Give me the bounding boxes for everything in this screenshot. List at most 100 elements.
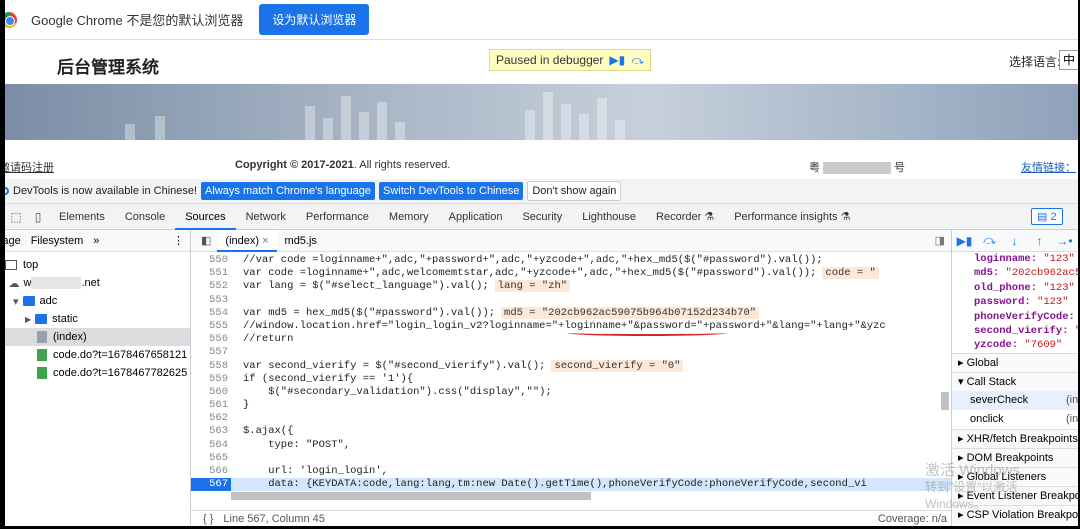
line-number[interactable]: 551 <box>191 267 231 280</box>
tab-performance[interactable]: Performance <box>296 204 379 230</box>
code-line[interactable]: 554 var md5 = hex_md5($("#password").val(… <box>191 306 951 320</box>
line-number[interactable]: 553 <box>191 294 231 307</box>
code-lines[interactable]: 550 //var code =loginname+",adc,"+passwor… <box>191 254 951 492</box>
scope-variable[interactable]: old_phone: "123" <box>974 281 1078 295</box>
line-number[interactable]: 554 <box>191 307 231 320</box>
code-line[interactable]: 563 $.ajax({ <box>191 425 951 438</box>
line-number[interactable]: 555 <box>191 320 231 333</box>
scope-variable[interactable]: second_vierify: " <box>974 324 1078 338</box>
tab-sources[interactable]: Sources <box>175 204 236 230</box>
invite-register-link[interactable]: 邀请码注册 <box>5 159 54 175</box>
line-number[interactable]: 567 <box>191 478 231 492</box>
pretty-print-icon[interactable]: { } <box>203 513 213 525</box>
step-icon[interactable]: →• <box>1052 234 1077 248</box>
xhr-breakpoints[interactable]: ▸ XHR/fetch Breakpoints <box>952 428 1078 448</box>
event-listener-breakpoints[interactable]: ▸ Event Listener Breakpoints <box>952 485 1078 505</box>
tab-lighthouse[interactable]: Lighthouse <box>572 204 646 230</box>
editor-tab-index[interactable]: (index) × <box>217 229 277 252</box>
tab-console[interactable]: Console <box>115 204 175 230</box>
infobar-message: Google Chrome 不是您的默认浏览器 <box>31 13 244 28</box>
vertical-scrollbar[interactable] <box>941 392 949 410</box>
step-into-icon[interactable]: ↓ <box>1002 234 1027 248</box>
horizontal-scrollbar[interactable] <box>231 492 591 500</box>
navigator-tab-page[interactable]: Page <box>5 235 21 247</box>
tree-item-static[interactable]: ▶ static <box>5 310 190 328</box>
scope-variable[interactable]: phoneVerifyCode: <box>974 310 1078 324</box>
inline-value-hint: second_vierify = "0" <box>551 359 684 372</box>
code-line[interactable]: 561} <box>191 399 951 412</box>
tree-item-index[interactable]: (index) <box>5 328 190 346</box>
tab-recorder[interactable]: Recorder ⚗ <box>646 204 724 230</box>
scope-variable[interactable]: md5: "202cb962ac5 <box>974 266 1078 280</box>
code-line[interactable]: 566 url: 'login_login', <box>191 465 951 478</box>
csp-violation-breakpoints[interactable]: ▸ CSP Violation Breakpoints <box>952 504 1078 524</box>
toggle-navigator-icon[interactable]: ◧ <box>201 234 211 247</box>
code-line[interactable]: 550 //var code =loginname+",adc,"+passwor… <box>191 254 951 267</box>
line-number[interactable]: 556 <box>191 333 231 346</box>
editor-tab-md5[interactable]: md5.js <box>277 230 325 252</box>
always-match-language-button[interactable]: Always match Chrome's language <box>201 182 376 200</box>
tab-network[interactable]: Network <box>236 204 296 230</box>
set-default-button[interactable]: 设为默认浏览器 <box>259 4 370 35</box>
toggle-debugger-icon[interactable]: ◨ <box>935 234 945 247</box>
tree-item-origin[interactable]: ▾ ☁ w.net <box>5 274 190 292</box>
line-number[interactable]: 561 <box>191 399 231 412</box>
dom-breakpoints[interactable]: ▸ DOM Breakpoints <box>952 447 1078 467</box>
inspect-element-icon[interactable]: ⬚ <box>5 210 27 224</box>
code-line[interactable]: 562 <box>191 412 951 425</box>
tab-application[interactable]: Application <box>439 204 513 230</box>
code-line[interactable]: 564 type: "POST", <box>191 439 951 452</box>
step-over-icon[interactable]: ⤼ <box>631 53 644 68</box>
line-number[interactable]: 564 <box>191 439 231 452</box>
code-line[interactable]: 553 <box>191 294 951 307</box>
line-number[interactable]: 560 <box>191 386 231 399</box>
line-number[interactable]: 559 <box>191 373 231 386</box>
call-frame-severcheck[interactable]: severCheck (in <box>952 390 1078 410</box>
line-number[interactable]: 565 <box>191 452 231 465</box>
line-number[interactable]: 563 <box>191 425 231 438</box>
code-line[interactable]: 552 var lang = $("#select_language").val(… <box>191 280 951 293</box>
switch-to-chinese-button[interactable]: Switch DevTools to Chinese <box>379 182 524 200</box>
line-number[interactable]: 562 <box>191 412 231 425</box>
device-toolbar-icon[interactable]: ▯ <box>27 210 49 224</box>
issues-badge[interactable]: ▤ 2 <box>1031 208 1063 225</box>
friend-links[interactable]: 友情链接： <box>1021 159 1076 175</box>
line-number[interactable]: 558 <box>191 360 231 373</box>
tree-item-code-2[interactable]: code.do?t=1678467782625 <box>5 364 190 382</box>
code-line[interactable]: 559 if (second_vierify == '1'){ <box>191 373 951 386</box>
line-number[interactable]: 550 <box>191 254 231 267</box>
code-line[interactable]: 560 $("#secondary_validation").css("disp… <box>191 386 951 399</box>
code-line[interactable]: 558 var second_vierify = $("#second_vieri… <box>191 359 951 373</box>
tab-memory[interactable]: Memory <box>379 204 439 230</box>
code-line[interactable]: 556 //return <box>191 333 951 346</box>
code-line[interactable]: 557 <box>191 346 951 359</box>
scope-variable[interactable]: yzcode: "7609" <box>974 338 1078 352</box>
scope-variable[interactable]: password: "123" <box>974 295 1078 309</box>
tab-performance-insights[interactable]: Performance insights ⚗ <box>724 204 860 230</box>
code-line[interactable]: 567 data: {KEYDATA:code,lang:lang,tm:new… <box>191 478 951 492</box>
global-scope[interactable]: ▸ Global <box>952 352 1078 372</box>
tab-security[interactable]: Security <box>512 204 572 230</box>
navigator-more-icon[interactable]: » <box>93 235 99 247</box>
code-line[interactable]: 551 var code =loginname+",adc,welcomemtst… <box>191 267 951 280</box>
step-over-icon[interactable]: ⤼ <box>977 233 1002 248</box>
global-listeners[interactable]: ▸ Global Listeners <box>952 466 1078 486</box>
line-number[interactable]: 552 <box>191 280 231 293</box>
tab-elements[interactable]: Elements <box>49 204 115 230</box>
call-stack-header[interactable]: ▾ Call Stack <box>952 371 1078 391</box>
language-select[interactable]: 中 <box>1059 50 1078 70</box>
tree-item-adc[interactable]: ▾ adc <box>5 292 190 310</box>
call-frame-onclick[interactable]: onclick (in <box>952 410 1078 429</box>
tree-item-top[interactable]: top <box>5 256 190 274</box>
resume-icon[interactable]: ▶▮ <box>952 234 977 248</box>
scope-variable[interactable]: loginname: "123" <box>974 252 1078 266</box>
code-line[interactable]: 565 <box>191 452 951 465</box>
navigator-menu-icon[interactable]: ⋮ <box>173 234 184 247</box>
tree-item-code-1[interactable]: code.do?t=1678467658121 <box>5 346 190 364</box>
navigator-tab-filesystem[interactable]: Filesystem <box>31 235 84 247</box>
dont-show-again-button[interactable]: Don't show again <box>527 181 622 201</box>
line-number[interactable]: 566 <box>191 465 231 478</box>
resume-icon[interactable]: ▶︎▮ <box>609 53 625 67</box>
line-number[interactable]: 557 <box>191 346 231 359</box>
step-out-icon[interactable]: ↑ <box>1027 234 1052 248</box>
